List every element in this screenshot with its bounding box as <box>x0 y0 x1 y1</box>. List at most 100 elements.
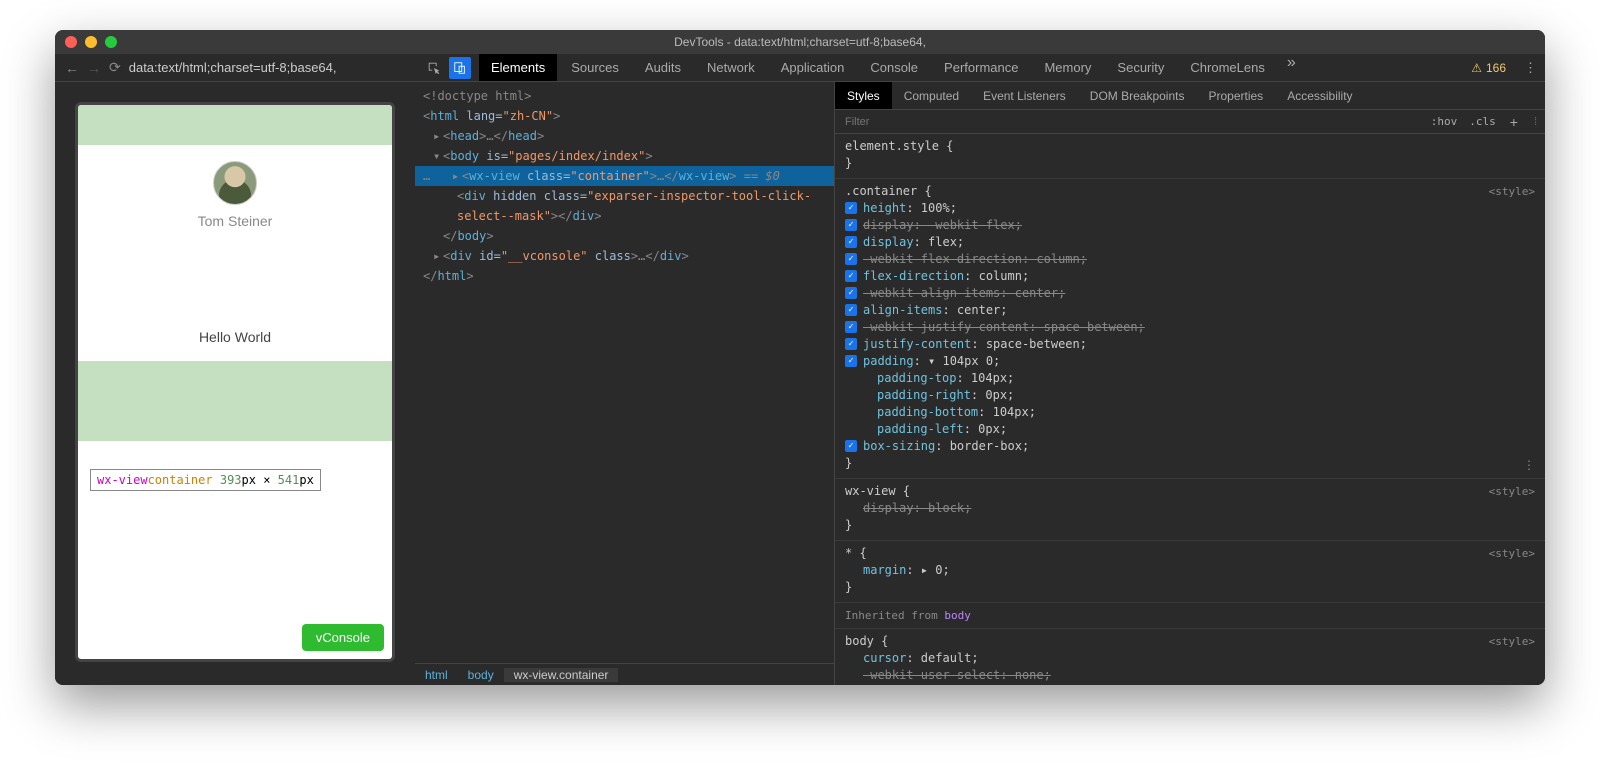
rule-element-style[interactable]: element.style { } <box>835 134 1545 179</box>
tab-audits[interactable]: Audits <box>633 54 693 81</box>
device-toggle-icon[interactable] <box>449 57 471 79</box>
filter-row: :hov .cls + ⁞ <box>835 110 1545 134</box>
dom-line[interactable]: ▸<div id="__vconsole" class>…</div> <box>415 246 834 266</box>
settings-kebab-icon[interactable]: ⋮ <box>1516 60 1545 76</box>
tab-memory[interactable]: Memory <box>1032 54 1103 81</box>
main-tabs: Elements Sources Audits Network Applicat… <box>479 54 1304 81</box>
css-property[interactable]: padding-left: 0px; <box>845 421 1535 438</box>
css-property[interactable]: ✓-webkit-align-items: center; <box>845 285 1535 302</box>
tab-chromelens[interactable]: ChromeLens <box>1178 54 1276 81</box>
rule-body[interactable]: <style> body { cursor: default;-webkit-u… <box>835 629 1545 685</box>
rule-kebab-icon[interactable]: ⋮ <box>1523 457 1535 474</box>
checkbox-icon[interactable]: ✓ <box>845 270 857 282</box>
css-property[interactable]: ✓box-sizing: border-box; <box>845 438 1535 455</box>
hov-button[interactable]: :hov <box>1425 115 1464 128</box>
subtab-styles[interactable]: Styles <box>835 82 892 109</box>
more-tabs-icon[interactable]: » <box>1279 54 1304 81</box>
dom-line[interactable]: select--mask"></div> <box>415 206 834 226</box>
css-property[interactable]: ✓-webkit-flex-direction: column; <box>845 251 1535 268</box>
rule-container[interactable]: <style> .container { ✓height: 100%;✓disp… <box>835 179 1545 479</box>
warning-count: 166 <box>1486 61 1506 75</box>
url-bar[interactable]: data:text/html;charset=utf-8;base64, <box>129 60 337 75</box>
crumb-html[interactable]: html <box>415 668 458 682</box>
breadcrumb: html body wx-view.container <box>415 663 834 685</box>
checkbox-icon[interactable]: ✓ <box>845 338 857 350</box>
tab-security[interactable]: Security <box>1105 54 1176 81</box>
css-property[interactable]: ✓align-items: center; <box>845 302 1535 319</box>
subtab-accessibility[interactable]: Accessibility <box>1275 82 1364 109</box>
reload-icon[interactable]: ⟳ <box>109 59 121 76</box>
filter-input[interactable] <box>835 116 1425 128</box>
subtab-computed[interactable]: Computed <box>892 82 971 109</box>
css-property[interactable]: ✓display: flex; <box>845 234 1535 251</box>
dom-line[interactable]: </body> <box>415 226 834 246</box>
rule-source[interactable]: <style> <box>1489 183 1535 200</box>
css-property[interactable]: ✓-webkit-justify-content: space-between; <box>845 319 1535 336</box>
css-property[interactable]: ✓justify-content: space-between; <box>845 336 1535 353</box>
dom-line-selected[interactable]: … ▸<wx-view class="container">…</wx-view… <box>415 166 834 186</box>
checkbox-icon[interactable]: ✓ <box>845 202 857 214</box>
add-rule-icon[interactable]: + <box>1502 114 1526 130</box>
dom-tree[interactable]: <!doctype html> <html lang="zh-CN"> ▸<he… <box>415 82 834 663</box>
checkbox-icon[interactable]: ✓ <box>845 440 857 452</box>
styles-pane: Styles Computed Event Listeners DOM Brea… <box>835 82 1545 685</box>
rule-star[interactable]: <style> * { margin: ▸ 0; } <box>835 541 1545 603</box>
css-property[interactable]: -webkit-user-select: none; <box>845 667 1535 684</box>
css-property[interactable]: ✓height: 100%; <box>845 200 1535 217</box>
vbar-icon[interactable]: ⁞ <box>1526 116 1545 128</box>
subtab-eventlisteners[interactable]: Event Listeners <box>971 82 1078 109</box>
css-property[interactable]: display: block; <box>845 500 1535 517</box>
cls-button[interactable]: .cls <box>1463 115 1502 128</box>
hello-wrap: Hello World <box>78 329 392 345</box>
rule-source[interactable]: <style> <box>1489 545 1535 562</box>
close-icon[interactable] <box>65 36 77 48</box>
checkbox-icon[interactable]: ✓ <box>845 253 857 265</box>
dom-line[interactable]: </html> <box>415 266 834 286</box>
tab-elements[interactable]: Elements <box>479 54 557 81</box>
devtools-icons <box>415 57 479 79</box>
maximize-icon[interactable] <box>105 36 117 48</box>
rule-source[interactable]: <style> <box>1489 483 1535 500</box>
css-property[interactable]: ✓flex-direction: column; <box>845 268 1535 285</box>
checkbox-icon[interactable]: ✓ <box>845 304 857 316</box>
tooltip-w: 393 <box>220 473 242 487</box>
forward-icon[interactable]: → <box>87 60 101 76</box>
checkbox-icon[interactable]: ✓ <box>845 321 857 333</box>
subtab-properties[interactable]: Properties <box>1196 82 1275 109</box>
dom-line[interactable]: ▾<body is="pages/index/index"> <box>415 146 834 166</box>
css-property[interactable]: margin: ▸ 0; <box>845 562 1535 579</box>
subtab-dombreakpoints[interactable]: DOM Breakpoints <box>1078 82 1197 109</box>
tab-console[interactable]: Console <box>858 54 930 81</box>
crumb-body[interactable]: body <box>458 668 504 682</box>
checkbox-icon[interactable]: ✓ <box>845 287 857 299</box>
tab-performance[interactable]: Performance <box>932 54 1030 81</box>
css-property[interactable]: user-select: none; <box>845 684 1535 685</box>
styles-body[interactable]: element.style { } <style> .container { ✓… <box>835 134 1545 685</box>
checkbox-icon[interactable]: ✓ <box>845 355 857 367</box>
warnings-badge[interactable]: ⚠ 166 <box>1471 61 1516 75</box>
rule-wxview[interactable]: <style> wx-view { display: block; } <box>835 479 1545 541</box>
checkbox-icon[interactable]: ✓ <box>845 219 857 231</box>
css-property[interactable]: padding-top: 104px; <box>845 370 1535 387</box>
css-property[interactable]: cursor: default; <box>845 650 1535 667</box>
back-icon[interactable]: ← <box>65 60 79 76</box>
checkbox-icon[interactable]: ✓ <box>845 236 857 248</box>
css-property[interactable]: ✓padding: ▾ 104px 0; <box>845 353 1535 370</box>
css-property[interactable]: ✓display: -webkit-flex; <box>845 217 1535 234</box>
dom-line[interactable]: ▸<head>…</head> <box>415 126 834 146</box>
dom-line[interactable]: <div hidden class="exparser-inspector-to… <box>415 186 834 206</box>
vconsole-button[interactable]: vConsole <box>302 624 384 651</box>
tab-sources[interactable]: Sources <box>559 54 631 81</box>
dom-line[interactable]: <!doctype html> <box>415 86 834 106</box>
css-property[interactable]: padding-right: 0px; <box>845 387 1535 404</box>
crumb-wxview[interactable]: wx-view.container <box>504 668 619 682</box>
css-property[interactable]: padding-bottom: 104px; <box>845 404 1535 421</box>
minimize-icon[interactable] <box>85 36 97 48</box>
dom-line[interactable]: <html lang="zh-CN"> <box>415 106 834 126</box>
inspect-icon[interactable] <box>423 57 445 79</box>
inspect-tooltip: wx-viewcontainer 393px × 541px <box>90 469 321 491</box>
tooltip-tag: wx-view <box>97 473 148 487</box>
tab-network[interactable]: Network <box>695 54 767 81</box>
tab-application[interactable]: Application <box>769 54 857 81</box>
rule-source[interactable]: <style> <box>1489 633 1535 650</box>
